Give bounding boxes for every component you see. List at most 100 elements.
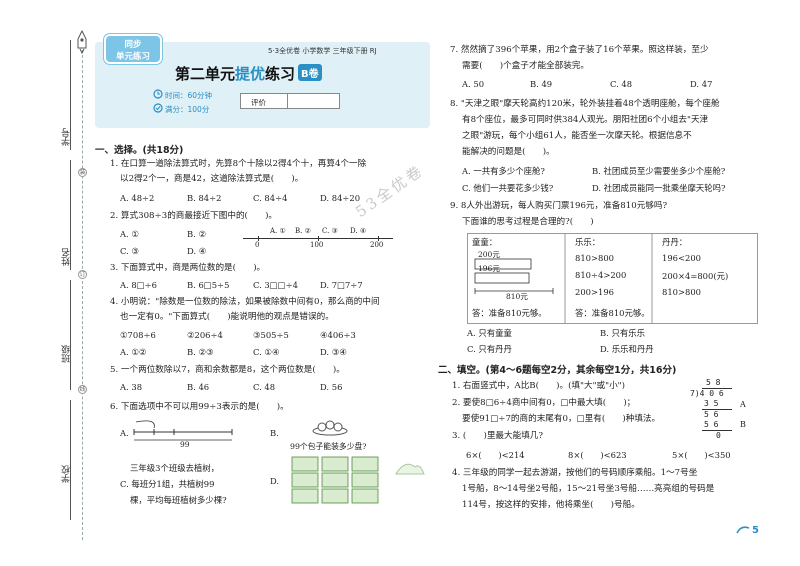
fill-q4-line3: 114号，按这样的安排，他将乘坐( )号船。	[462, 500, 640, 510]
fill-q1: 1. 右面竖式中，A比B( )。(填"大"或"小")	[452, 381, 625, 391]
q5-line1: 5. 一个两位数除以7，商和余数都是8，这个两位数是( )。	[110, 365, 345, 375]
q3-option-b[interactable]: B. 6□5÷5	[187, 280, 229, 290]
q7-option-d[interactable]: D. 47	[690, 79, 712, 89]
q4-expr-1: ①708÷6	[120, 330, 156, 340]
decorative-hill-icon	[395, 463, 425, 475]
q4-expr-4: ④406÷3	[320, 330, 356, 340]
score-label: 评价	[251, 98, 266, 107]
q1-line1: 1. 在口算一道除法算式时，先算8个十除以2得4个十，再算4个一除	[110, 159, 367, 169]
title-part1: 第二单元	[175, 65, 236, 83]
q1-line2: 以2得2个一，商是42，这道除法算式是( )。	[120, 174, 304, 184]
q8-line3: 之眼"游玩，每个小组61人，能否坐一次摩天轮。根据信息不	[462, 131, 692, 141]
numline-label-100: 100	[310, 241, 324, 249]
book-info: 5·3全优卷 小学数学 三年级下册 RJ	[268, 47, 377, 55]
q5-option-c[interactable]: C. 48	[253, 382, 275, 392]
fill-q3-item2[interactable]: 8×( )<623	[568, 449, 627, 461]
q9-option-d[interactable]: D. 乐乐和丹丹	[600, 343, 654, 355]
q8-option-a[interactable]: A. 一共有多少个座舱?	[462, 165, 545, 177]
school-line	[70, 400, 71, 520]
fill-q3-item3[interactable]: 5×( )<350	[672, 449, 731, 461]
q6-option-b[interactable]: B.	[270, 428, 279, 438]
class-label: 班级	[62, 345, 72, 363]
division-dividend: 7)4 0 6	[690, 389, 724, 398]
q2-option-a[interactable]: A. ①	[120, 229, 139, 239]
unit-badge: 同步 单元练习	[104, 34, 162, 64]
q5-option-d[interactable]: D. 56	[320, 382, 342, 392]
q1-option-b[interactable]: B. 84÷2	[187, 193, 221, 203]
binding-hole-1: 装	[78, 168, 87, 177]
q8-option-b[interactable]: B. 社团成员至少需要坐多少个座舱?	[592, 165, 725, 177]
q2-option-b[interactable]: B. ②	[187, 229, 206, 239]
q9-dandan-r1: 196<200	[662, 253, 701, 263]
q9-tongtong-a: 200元	[478, 250, 500, 259]
q5-option-a[interactable]: A. 38	[120, 382, 142, 392]
q2-option-c[interactable]: C. ③	[120, 246, 139, 256]
section1-title: 一、选择。(共18分)	[95, 145, 184, 156]
q7-option-b[interactable]: B. 49	[530, 79, 552, 89]
title-part3: 练习	[265, 65, 296, 83]
q4-option-a[interactable]: A. ①②	[120, 347, 146, 357]
q9-option-a[interactable]: A. 只有童童	[467, 327, 512, 339]
numline-label-200: 200	[370, 241, 384, 249]
steamer-icon	[312, 420, 348, 436]
q3-option-c[interactable]: C. 3□□÷4	[253, 280, 298, 290]
q6-option-a[interactable]: A.	[120, 428, 129, 438]
q9-line2: 下面谁的思考过程是合理的?( )	[462, 217, 594, 227]
q8-option-c[interactable]: C. 他们一共要花多少钱?	[462, 182, 553, 194]
class-line	[70, 280, 71, 390]
binding-hole-2: 订	[78, 270, 87, 279]
name-label: 姓名	[62, 248, 72, 266]
q4-line2: 也一定有0。"下面算式( )能说明他的观点是错误的。	[120, 312, 334, 322]
q9-line1: 9. 8人外出游玩，每人购买门票196元，准备810元够吗?	[450, 201, 668, 211]
q4-expr-3: ③505÷5	[253, 330, 289, 340]
q7-line1: 7. 然然摘了396个苹果，用2个盒子装了16个苹果。照这样装，至少	[450, 45, 709, 55]
q1-option-a[interactable]: A. 48÷2	[120, 193, 154, 203]
fill-q2-line2: 要使91□÷7的商的末尾有0，□里有( )种填法。	[462, 414, 661, 424]
q6-option-c-line1: 三年级3个班级去植树，	[130, 463, 220, 473]
page-decoration-icon	[736, 526, 750, 534]
q2-option-d[interactable]: D. ④	[187, 246, 206, 256]
q4-option-b[interactable]: B. ②③	[187, 347, 214, 357]
q9-tongtong-ans: 答：准备810元够。	[472, 308, 547, 318]
student-id-label: 学号	[62, 128, 72, 146]
q9-tongtong-c: 810元	[506, 292, 528, 301]
q4-option-d[interactable]: D. ③④	[320, 347, 347, 357]
long-division: 5 8 7)4 0 6 3 5 5 6 5 6 0	[690, 378, 732, 441]
numline-marker-3: C. ③	[322, 227, 338, 235]
q6-line1: 6. 下面选项中不可以用99÷3表示的是( )。	[110, 402, 289, 412]
q9-dandan-title: 丹丹：	[662, 237, 688, 247]
q7-option-c[interactable]: C. 48	[610, 79, 632, 89]
q4-option-c[interactable]: C. ①④	[253, 347, 279, 357]
binding-dashed-line	[82, 40, 83, 540]
q9-option-c[interactable]: C. 只有丹丹	[467, 343, 512, 355]
clock-icon	[153, 89, 163, 99]
numline-marker-1: A. ①	[270, 227, 286, 235]
binding-hole-3: 线	[78, 385, 87, 394]
q6-option-d[interactable]: D.	[270, 476, 279, 486]
fill-q3-line1: 3. ( )里最大能填几?	[452, 431, 543, 441]
q3-option-d[interactable]: D. 7□7÷7	[320, 280, 363, 290]
division-remainder: 0	[716, 431, 721, 440]
q9-lele-title: 乐乐：	[575, 237, 601, 247]
division-quotient: 5 8	[706, 378, 721, 387]
q7-line2: 需要( )个盒子才能全部装完。	[462, 61, 590, 71]
q6-option-c[interactable]: C. 每班分1组，共植树99	[120, 478, 214, 490]
q4-expr-2: ②206÷4	[187, 330, 223, 340]
q1-option-c[interactable]: C. 84÷4	[253, 193, 287, 203]
fill-q3-item1[interactable]: 6×( )<214	[466, 449, 525, 461]
q8-option-d[interactable]: D. 社团成员能同一批乘坐摩天轮吗?	[592, 182, 725, 194]
badge-line1: 同步	[124, 40, 142, 50]
q1-option-d[interactable]: D. 84÷20	[320, 193, 360, 203]
q9-option-b[interactable]: B. 只有乐乐	[600, 327, 645, 339]
q5-option-b[interactable]: B. 46	[187, 382, 209, 392]
fill-q2-line1: 2. 要使8□6÷4商中间有0，□中最大填( )；	[452, 398, 636, 408]
q3-line1: 3. 下面算式中，商是两位数的是( )。	[110, 263, 266, 273]
numline-marker-2: B. ②	[295, 227, 311, 235]
q9-lele-ans: 答：准备810元够。	[575, 308, 650, 318]
time-limit: 时间：60分钟	[165, 91, 213, 100]
q3-option-a[interactable]: A. 8□÷6	[120, 280, 157, 290]
q9-lele-r2: 810÷4>200	[575, 270, 627, 280]
q9-tongtong-b: 196元	[478, 264, 500, 273]
q7-option-a[interactable]: A. 50	[462, 79, 484, 89]
page-number: 5	[752, 525, 759, 536]
